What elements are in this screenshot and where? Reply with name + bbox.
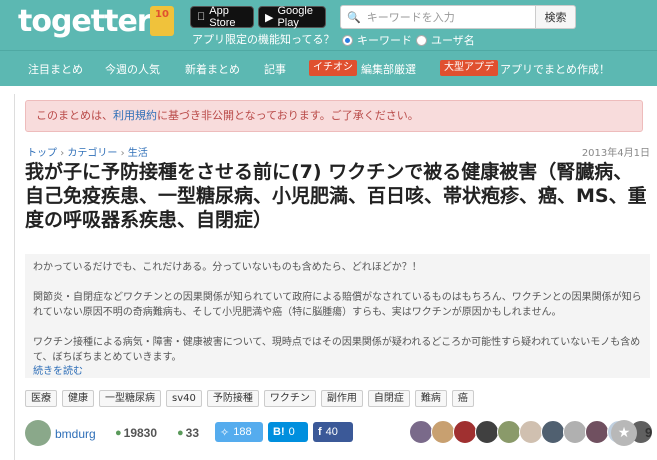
tag-list: 医療 健康 一型糖尿病 sv40 予防接種 ワクチン 副作用 自閉症 難病 癌 [25,390,474,407]
breadcrumb-category[interactable]: カテゴリー [67,148,117,159]
search-button[interactable]: 検索 [536,5,576,29]
search-input[interactable]: 🔍 キーワードを入力 [340,5,536,29]
fav-user-avatar[interactable] [409,420,433,444]
nav-editors-pick[interactable]: 編集部厳選 [361,61,416,77]
author-avatar[interactable] [25,420,51,446]
radio-unselected-icon [416,34,427,46]
app-notice-link[interactable]: アプリ限定の機能知ってる？ [192,31,334,47]
description: わかっているだけでも、これだけある。分っていないものも含めたら、どれほどか？！ … [25,254,650,378]
nav-weekly-popular[interactable]: 今週の人気 [105,61,160,77]
star-icon[interactable]: ★ [611,420,637,446]
radio-username[interactable]: ユーザ名 [416,32,475,48]
update-badge: 大型アプデ [440,60,498,76]
fav-user-avatar[interactable] [585,420,609,444]
fav-user-avatar[interactable] [497,420,521,444]
meta-row: bmdurg ● 19830 ● 33 ✧ 188 B! 0 f 40 ★ 9 [25,420,653,448]
app-store-button[interactable]:  App Store [190,5,254,29]
read-more-link[interactable]: 続きを読む [33,362,83,377]
play-icon: ▶ [265,11,274,24]
nav-featured[interactable]: 注目まとめ [28,61,83,77]
tag-item[interactable]: 一型糖尿病 [99,390,161,407]
fav-user-avatar[interactable] [453,420,477,444]
togetter-logo[interactable]: togetter [18,4,152,39]
tag-item[interactable]: 予防接種 [206,390,259,407]
google-play-button[interactable]: ▶ Google Play [258,5,326,29]
breadcrumb-life[interactable]: 生活 [128,148,148,159]
breadcrumb: トップ › カテゴリー › 生活 [27,148,148,159]
fav-count: 9 [645,425,653,440]
radio-keyword[interactable]: キーワード [342,32,412,48]
nav-app-create[interactable]: アプリでまとめ作成！ [500,61,610,77]
tag-item[interactable]: ワクチン [263,390,316,407]
facebook-share-button[interactable]: f 40 [313,422,353,442]
tag-item[interactable]: 癌 [451,390,474,407]
private-alert: このまとめは、利用規約に基づき非公開となっております。ご了承ください。 [25,100,643,132]
terms-link[interactable]: 利用規約 [113,109,157,122]
anniversary-badge: 10 [150,6,174,36]
favorites-stat: ● 33 [177,426,200,440]
nav-new[interactable]: 新着まとめ [185,61,240,77]
user-icon: ● [115,427,122,439]
site-header: togetter 10  App Store ▶ Google Play アプ… [0,0,657,50]
nav-articles[interactable]: 記事 [264,61,286,77]
tag-item[interactable]: 健康 [62,390,94,407]
tag-item[interactable]: 副作用 [320,390,363,407]
breadcrumb-top[interactable]: トップ [27,148,57,159]
tag-item[interactable]: sv40 [166,390,202,407]
fav-user-avatar[interactable] [475,420,499,444]
radio-selected-icon [342,34,353,46]
search-icon: 🔍 [347,10,361,24]
fav-user-avatar[interactable] [563,420,587,444]
hatena-icon: B! [273,426,285,438]
author-username[interactable]: bmdurg [55,427,96,441]
page-title: 我が子に予防接種をさせる前に(7) ワクチンで被る健康被害（腎臓病、自己免疫疾患… [25,161,647,231]
publish-date: 2013年4月1日 [581,148,650,159]
hatena-bookmark-button[interactable]: B! 0 [268,422,308,442]
fav-user-avatar[interactable] [519,420,543,444]
tag-item[interactable]: 自閉症 [367,390,410,407]
tag-item[interactable]: 難病 [414,390,447,407]
fav-user-avatar[interactable] [541,420,565,444]
fav-user-avatar[interactable] [431,420,455,444]
apple-icon:  [197,11,205,23]
tag-item[interactable]: 医療 [25,390,57,407]
followers-stat: ● 19830 [115,426,158,440]
main-nav: 注目まとめ 今週の人気 新着まとめ 記事 イチオシ 編集部厳選 大型アプデ アプ… [0,50,657,86]
twitter-icon: ✧ [220,426,230,439]
twitter-share-button[interactable]: ✧ 188 [215,422,263,442]
favorite-icon: ● [177,427,184,439]
facebook-icon: f [318,426,322,438]
main-content: このまとめは、利用規約に基づき非公開となっております。ご了承ください。 トップ … [14,94,654,460]
pickup-badge: イチオシ [309,60,357,76]
